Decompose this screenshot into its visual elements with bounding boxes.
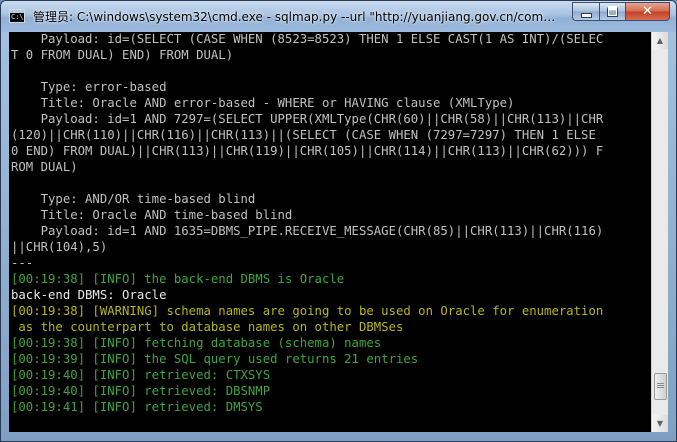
title-bar[interactable]: C:\ 管理员: C:\windows\system32\cmd.exe - s…	[1, 1, 676, 32]
thumb-grip-line	[657, 382, 664, 384]
thumb-grip-line	[657, 384, 664, 386]
minimize-icon	[580, 12, 592, 18]
scroll-thumb[interactable]	[654, 372, 667, 400]
console-line: [00:19:39] [INFO] the SQL query used ret…	[11, 352, 419, 366]
console-line: ROM DUAL)	[11, 160, 78, 174]
console-line: Title: Oracle AND error-based - WHERE or…	[11, 96, 515, 110]
console-line: ||CHR(104),5)	[11, 240, 108, 254]
console-line: Payload: id=1 AND 7297=(SELECT UPPER(XML…	[11, 112, 604, 126]
arrow-down-icon: ▼	[656, 419, 664, 428]
console-line: Payload: id=1 AND 1635=DBMS_PIPE.RECEIVE…	[11, 224, 604, 238]
maximize-button[interactable]	[599, 2, 625, 21]
console-line: [00:19:38] [INFO] the back-end DBMS is O…	[11, 272, 345, 286]
maximize-icon	[607, 6, 618, 17]
console-line: T 0 FROM DUAL) END) FROM DUAL)	[11, 48, 234, 62]
arrow-up-icon: ▲	[656, 36, 664, 45]
console-line: [00:19:40] [INFO] retrieved: DBSNMP	[11, 384, 271, 398]
cmd-app-icon[interactable]: C:\	[9, 9, 25, 23]
scroll-up-button[interactable]: ▲	[652, 32, 668, 49]
console-line: [00:19:40] [INFO] retrieved: CTXSYS	[11, 368, 271, 382]
caption-buttons: ✕	[572, 2, 670, 22]
console-line: [00:19:38] [INFO] fetching database (sch…	[11, 336, 382, 350]
console-line: Type: error-based	[11, 80, 167, 94]
console-line: Payload: id=(SELECT (CASE WHEN (8523=852…	[11, 32, 604, 46]
app-icon-text: C:\	[11, 13, 24, 21]
console-line: [00:19:41] [INFO] retrieved: DMSYS	[11, 400, 263, 414]
minimize-button[interactable]	[572, 2, 599, 21]
console-line: Type: AND/OR time-based blind	[11, 192, 256, 206]
cmd-window: C:\ 管理员: C:\windows\system32\cmd.exe - s…	[0, 0, 677, 442]
vertical-scrollbar[interactable]: ▲ ▼	[651, 32, 668, 432]
console-line: (120)||CHR(110)||CHR(116)||CHR(113)||(SE…	[11, 128, 596, 142]
close-icon: ✕	[642, 4, 653, 19]
console-line: ---	[11, 256, 34, 270]
close-button[interactable]: ✕	[625, 2, 670, 21]
console-line: [00:19:38] [WARNING] schema names are go…	[11, 304, 604, 318]
console-line: 0 END) FROM DUAL)||CHR(113)||CHR(119)||C…	[11, 144, 604, 158]
console-output[interactable]: Payload: id=(SELECT (CASE WHEN (8523=852…	[9, 32, 651, 432]
console-line: back-end DBMS: Oracle	[11, 288, 167, 302]
thumb-grip-line	[657, 386, 664, 388]
window-title: 管理员: C:\windows\system32\cmd.exe - sqlma…	[33, 10, 563, 24]
console-line: Title: Oracle AND time-based blind	[11, 208, 293, 222]
console-line: as the counterpart to database names on …	[11, 320, 404, 334]
scroll-down-button[interactable]: ▼	[652, 415, 668, 432]
